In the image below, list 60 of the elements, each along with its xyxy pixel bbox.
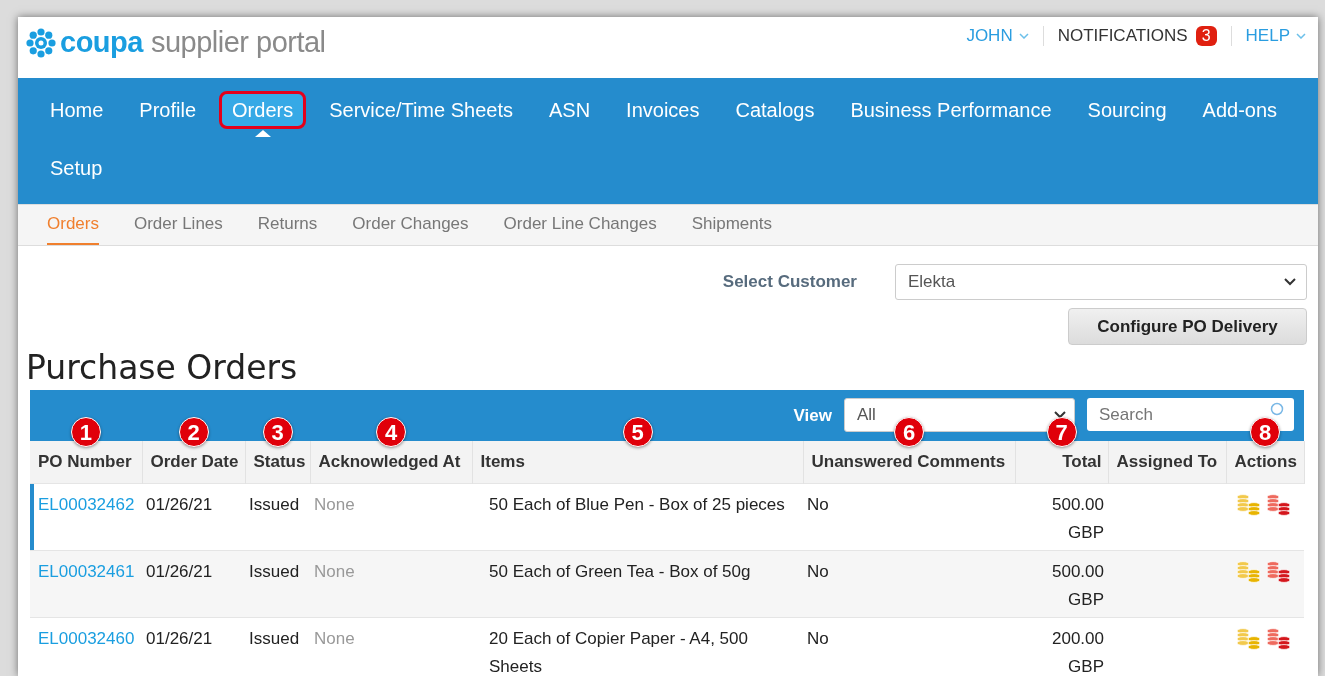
sub-tab[interactable]: Order Lines — [133, 205, 223, 245]
nav-tab[interactable]: Invoices — [613, 91, 713, 129]
sub-tab[interactable]: Order Line Changes — [503, 205, 657, 245]
table-cell: 01/26/21 — [146, 629, 213, 648]
po-number-link[interactable]: EL00032462 — [38, 495, 135, 514]
sub-tab[interactable]: Returns — [257, 205, 318, 245]
nav-tab[interactable]: Profile — [126, 91, 210, 129]
select-customer-label: Select Customer — [722, 272, 857, 292]
logo-brand: coupa — [60, 26, 143, 59]
nav-tab[interactable]: Setup — [37, 149, 116, 187]
nav-tab[interactable]: Catalogs — [722, 91, 828, 129]
nav-tab[interactable]: Add-ons — [1189, 91, 1291, 129]
table-cell: 200.00 GBP — [1052, 629, 1104, 676]
sub-tab[interactable]: Shipments — [691, 205, 772, 245]
page-title: Purchase Orders — [26, 348, 299, 388]
chevron-down-icon — [1054, 411, 1066, 419]
notifications-link[interactable]: NOTIFICATIONS — [1057, 26, 1188, 46]
table-cell: No — [807, 495, 829, 514]
notification-count: 3 — [1195, 26, 1217, 46]
chevron-down-icon — [1018, 33, 1029, 39]
nav-tab[interactable]: Orders — [219, 91, 307, 129]
user-menu[interactable]: JOHN — [966, 26, 1029, 46]
column-header[interactable]: Total — [1062, 452, 1102, 471]
nav-tab[interactable]: Service/Time Sheets — [316, 91, 526, 129]
table-cell: Issued — [249, 562, 300, 581]
table-cell: 01/26/21 — [146, 495, 213, 514]
nav-tab[interactable]: Home — [37, 91, 117, 129]
po-number-link[interactable]: EL00032460 — [38, 629, 135, 648]
table-cell: Issued — [249, 495, 300, 514]
logo-product: supplier portal — [150, 26, 326, 59]
configure-po-delivery-button[interactable]: Configure PO Delivery — [1068, 308, 1307, 345]
coins-icon[interactable] — [1266, 561, 1292, 583]
table-cell: 500.00 GBP — [1052, 495, 1104, 542]
table-cell: No — [807, 562, 829, 581]
nav-tab[interactable]: ASN — [535, 91, 604, 129]
table-cell: 01/26/21 — [146, 562, 213, 581]
table-cell: None — [314, 562, 355, 581]
table-cell: 50 Each of Blue Pen - Box of 25 pieces — [489, 495, 785, 514]
chevron-down-icon — [1296, 33, 1306, 39]
sub-tab[interactable]: Orders — [47, 205, 99, 245]
snowflake-logo-icon — [26, 27, 56, 58]
column-header[interactable]: Items — [480, 452, 525, 471]
table-cell: Issued — [249, 629, 300, 648]
table-cell: None — [314, 495, 355, 514]
coins-icon[interactable] — [1266, 494, 1292, 516]
help-menu[interactable]: HELP — [1245, 26, 1306, 46]
table-cell: No — [807, 629, 829, 648]
selection-pointer-icon — [254, 130, 271, 137]
table-cell: 20 Each of Copier Paper - A4, 500 Sheets — [489, 629, 748, 676]
view-label: View — [793, 406, 832, 426]
nav-tab[interactable]: Business Performance — [837, 91, 1065, 129]
table-cell: 50 Each of Green Tea - Box of 50g — [489, 562, 751, 581]
search-icon — [1270, 402, 1284, 416]
table-cell: 500.00 GBP — [1052, 562, 1104, 609]
customer-dropdown[interactable]: Elekta — [895, 264, 1307, 300]
sub-tab[interactable]: Order Changes — [352, 205, 469, 245]
nav-tab[interactable]: Sourcing — [1074, 91, 1180, 129]
chevron-down-icon — [1284, 278, 1296, 286]
coins-icon[interactable] — [1266, 628, 1292, 650]
table-cell: None — [314, 629, 355, 648]
